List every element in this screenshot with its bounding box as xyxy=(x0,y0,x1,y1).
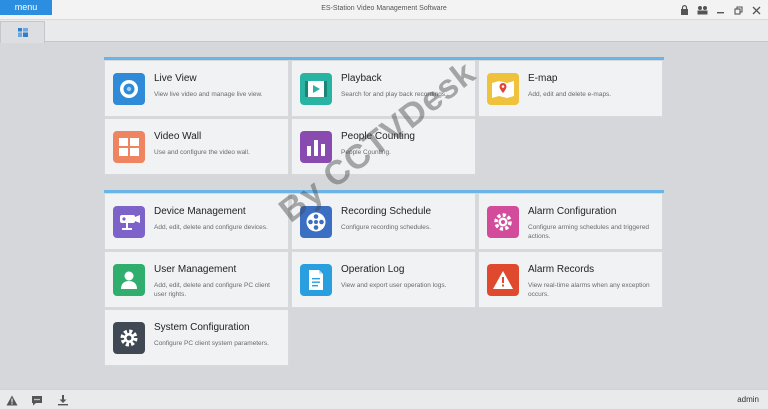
window-title: ES-Station Video Management Software xyxy=(321,5,447,12)
alarm-warning-icon[interactable] xyxy=(6,394,18,406)
operation-log-icon xyxy=(300,264,332,296)
status-bar: admin xyxy=(0,389,768,409)
tile-title: Live View xyxy=(154,73,197,84)
tile-title: Operation Log xyxy=(341,264,405,275)
live-view-icon xyxy=(113,73,145,105)
tile-video-wall[interactable]: Video Wall Use and configure the video w… xyxy=(104,118,289,175)
window-controls xyxy=(678,4,762,16)
tile-user-management[interactable]: User Management Add, edit, delete and co… xyxy=(104,251,289,308)
tile-title: Alarm Configuration xyxy=(528,206,617,217)
system-configuration-icon xyxy=(113,322,145,354)
minimize-icon[interactable] xyxy=(714,4,726,16)
tile-title: Video Wall xyxy=(154,131,202,142)
user-management-icon xyxy=(113,264,145,296)
download-icon[interactable] xyxy=(57,394,69,406)
tile-alarm-records[interactable]: Alarm Records View real-time alarms when… xyxy=(478,251,663,308)
tile-description: Configure arming schedules and triggered… xyxy=(528,224,650,240)
tile-title: System Configuration xyxy=(154,322,250,333)
tile-description: View and export user operation logs. xyxy=(341,282,447,289)
tile-description: Add, edit and delete e-maps. xyxy=(528,91,612,98)
tile-title: Recording Schedule xyxy=(341,206,432,217)
tile-description: Add, edit, delete and configure PC clien… xyxy=(154,282,270,298)
tile-description: Configure PC client system parameters. xyxy=(154,340,269,347)
tile-title: User Management xyxy=(154,264,237,275)
tile-title: E-map xyxy=(528,73,558,84)
tile-device-management[interactable]: Device Management Add, edit, delete and … xyxy=(104,193,289,250)
tile-title: Playback xyxy=(341,73,382,84)
alarm-records-icon xyxy=(487,264,519,296)
tile-system-configuration[interactable]: System Configuration Configure PC client… xyxy=(104,309,289,366)
tile-title: Alarm Records xyxy=(528,264,595,275)
tile-alarm-configuration[interactable]: Alarm Configuration Configure arming sch… xyxy=(478,193,663,250)
message-icon[interactable] xyxy=(31,394,43,406)
tile-description: Add, edit, delete and configure devices. xyxy=(154,224,268,231)
close-icon[interactable] xyxy=(750,4,762,16)
tab-home[interactable] xyxy=(0,21,45,43)
tile-operation-log[interactable]: Operation Log View and export user opera… xyxy=(291,251,476,308)
video-wall-icon xyxy=(113,131,145,163)
user-switch-icon[interactable] xyxy=(696,4,708,16)
tile-description: Use and configure the video wall. xyxy=(154,149,250,156)
tile-title: Device Management xyxy=(154,206,246,217)
device-management-icon xyxy=(113,206,145,238)
current-user: admin xyxy=(737,395,759,404)
alarm-configuration-icon xyxy=(487,206,519,238)
tile-description: View real-time alarms when any exception… xyxy=(528,282,650,298)
e-map-icon xyxy=(487,73,519,105)
restore-icon[interactable] xyxy=(732,4,744,16)
home-grid-icon xyxy=(17,24,28,42)
tab-bar xyxy=(0,20,768,43)
title-bar: menu ES-Station Video Management Softwar… xyxy=(0,0,768,20)
playback-icon xyxy=(300,73,332,105)
tile-description: Configure recording schedules. xyxy=(341,224,431,231)
tile-description: View live video and manage live view. xyxy=(154,91,263,98)
tile-e-map[interactable]: E-map Add, edit and delete e-maps. xyxy=(478,60,663,117)
lock-icon[interactable] xyxy=(678,4,690,16)
tile-live-view[interactable]: Live View View live video and manage liv… xyxy=(104,60,289,117)
